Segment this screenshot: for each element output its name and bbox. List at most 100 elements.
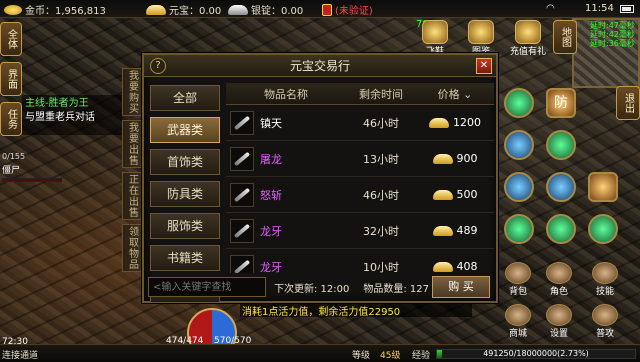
flyshoe-button[interactable]: 飞鞋 — [418, 20, 452, 57]
item-price-value: 1200 — [453, 116, 481, 129]
category-clothes[interactable]: 服饰类 — [150, 213, 220, 239]
defense-skill[interactable]: 防 — [546, 88, 576, 118]
defense-label: 防 — [554, 95, 568, 111]
target-count: 0/155 — [2, 152, 26, 161]
item-time: 10小时 — [363, 260, 399, 274]
table-row[interactable]: 龙牙 10小时 408 — [226, 249, 494, 273]
silver-counter: 银锭：0.00 — [228, 2, 303, 17]
target-info: 0/155 僵尸 — [2, 152, 62, 182]
tab-claim[interactable]: 领取物品 — [122, 224, 142, 272]
category-weapon[interactable]: 武器类 — [150, 117, 220, 143]
skill-slot-1[interactable] — [504, 88, 534, 118]
unverified-label: (未验证) — [335, 6, 373, 17]
mp-value: 570/570 — [214, 336, 252, 346]
skill-slot-3[interactable] — [546, 130, 576, 160]
silver-label: 银锭：0.00 — [251, 6, 304, 17]
bag-icon — [505, 262, 531, 284]
exit-button[interactable]: 退出 — [616, 86, 640, 120]
all-button[interactable]: 全体 — [0, 22, 22, 56]
gear-icon — [546, 304, 572, 326]
map-button[interactable]: 地图 — [553, 20, 577, 54]
category-armor[interactable]: 防具类 — [150, 181, 220, 207]
atlas-button[interactable]: 图鉴 — [464, 20, 498, 57]
yuanbao-counter: 元宝：0.00 — [146, 2, 221, 17]
skill-book-icon — [592, 262, 618, 284]
yuanbao-icon — [146, 4, 166, 15]
latency-line-3: 延时:36毫秒 — [590, 39, 635, 48]
search-input[interactable] — [148, 277, 266, 297]
redpack-status[interactable]: (未验证) — [322, 2, 373, 17]
skill-button[interactable]: 技能 — [590, 262, 620, 297]
skill-slot-6[interactable] — [588, 172, 618, 202]
flyshoe-icon — [422, 20, 448, 44]
item-time: 46小时 — [363, 116, 399, 130]
skill-slot-9[interactable] — [588, 214, 618, 244]
gift-icon — [515, 20, 541, 44]
close-icon[interactable]: ✕ — [476, 58, 492, 74]
item-table: 物品名称 剩余时间 价格 ⌄ 镇天 46小时 1200 屠龙 13小时 900 怒斩 46小时… — [226, 83, 494, 273]
item-price: 500 — [416, 188, 494, 201]
weapon-icon — [230, 254, 254, 273]
item-price-value: 408 — [456, 260, 478, 273]
table-row[interactable]: 怒斩 46小时 500 — [226, 177, 494, 213]
recharge-label: 充值有礼 — [509, 47, 546, 57]
tab-sell[interactable]: 我要出售 — [122, 120, 142, 168]
tab-selling[interactable]: 正在出售 — [122, 172, 142, 220]
skill-slot-8[interactable] — [546, 214, 576, 244]
weapon-icon — [230, 182, 254, 207]
table-row[interactable]: 镇天 46小时 1200 — [226, 105, 494, 141]
item-price: 489 — [416, 224, 494, 237]
weapon-icon — [230, 146, 254, 171]
settings-label: 设置 — [549, 329, 568, 339]
category-jewelry[interactable]: 首饰类 — [150, 149, 220, 175]
target-hp-bar — [2, 178, 62, 182]
role-icon — [546, 262, 572, 284]
skill-slot-2[interactable] — [504, 130, 534, 160]
quest-tracker[interactable]: 主线-胜者为王 与盟重老兵对话 — [22, 95, 122, 135]
category-books[interactable]: 书籍类 — [150, 245, 220, 271]
tab-buy[interactable]: 我要购买 — [122, 68, 142, 116]
yuanbao-label: 元宝：0.00 — [169, 6, 222, 17]
category-all[interactable]: 全部 — [150, 85, 220, 111]
buy-button[interactable]: 购 买 — [432, 276, 490, 298]
header-price-label: 价格 — [437, 87, 460, 101]
latency-line-1: 延时:47毫秒 — [590, 21, 635, 30]
settings-button[interactable]: 设置 — [544, 304, 574, 339]
item-name: 镇天 — [260, 116, 282, 130]
table-row[interactable]: 龙牙 32小时 489 — [226, 213, 494, 249]
top-status-bar: 金币：1,956,813 元宝：0.00 银锭：0.00 (未验证) ◠ 11:… — [0, 0, 640, 18]
yuanbao-icon — [432, 261, 453, 272]
recharge-button[interactable]: 充值有礼 — [506, 20, 550, 57]
yuanbao-icon — [432, 225, 453, 236]
item-count-label: 物品数量: 127 — [363, 283, 430, 295]
chevron-down-icon: ⌄ — [463, 87, 473, 101]
table-row[interactable]: 屠龙 13小时 900 — [226, 141, 494, 177]
battery-icon — [620, 5, 634, 13]
item-name: 龙牙 — [260, 224, 282, 238]
quest-title: 主线-胜者为王 — [25, 98, 89, 109]
yuanbao-icon — [432, 189, 453, 200]
skill-slot-4[interactable] — [504, 172, 534, 202]
chat-line[interactable]: 消耗1点活力值，剩余活力值22950 — [240, 303, 472, 318]
help-icon[interactable]: ? — [150, 58, 166, 74]
item-time: 32小时 — [363, 224, 399, 238]
skill-slot-7[interactable] — [504, 214, 534, 244]
task-button[interactable]: 任务 — [0, 102, 22, 136]
weapon-icon — [230, 218, 254, 243]
ui-button[interactable]: 界面 — [0, 62, 22, 96]
minimap[interactable]: 延时:47毫秒 延时:42毫秒 延时:36毫秒 — [572, 18, 640, 88]
gold-coin-icon — [4, 4, 22, 15]
atlas-icon — [468, 20, 494, 44]
bag-button[interactable]: 背包 — [503, 262, 533, 297]
dialog-title-bar: ? 元宝交易行 ✕ — [144, 55, 496, 77]
header-price[interactable]: 价格 ⌄ — [416, 86, 494, 102]
yuanbao-icon — [429, 117, 449, 128]
header-name: 物品名称 — [264, 87, 308, 101]
mall-button[interactable]: 商城 — [503, 304, 533, 339]
item-price: 1200 — [416, 116, 494, 129]
role-label: 角色 — [549, 287, 568, 297]
target-name: 僵尸 — [2, 166, 21, 176]
attack-mode-button[interactable]: 普攻 — [590, 304, 620, 339]
role-button[interactable]: 角色 — [544, 262, 574, 297]
skill-slot-5[interactable] — [546, 172, 576, 202]
